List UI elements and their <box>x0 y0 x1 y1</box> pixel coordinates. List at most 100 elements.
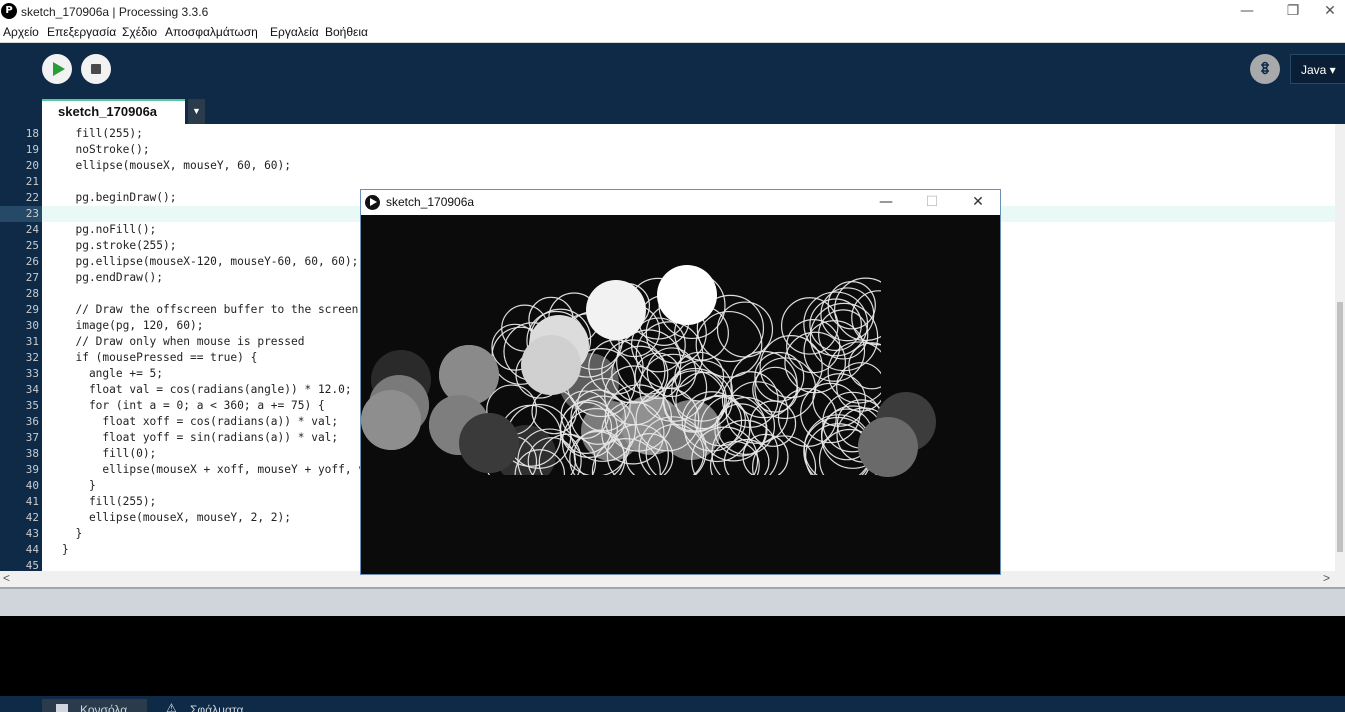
line-number: 34 <box>25 383 39 396</box>
tab-sketch[interactable]: sketch_170906a <box>42 99 185 124</box>
debugger-icon[interactable]: ꗊ <box>1250 54 1280 84</box>
sketch-circle <box>858 417 918 477</box>
code-line[interactable]: angle += 5; <box>62 366 163 382</box>
line-number: 23 <box>25 207 39 220</box>
code-line[interactable]: image(pg, 120, 60); <box>62 318 203 334</box>
sketch-minimize-button[interactable]: — <box>863 190 909 215</box>
minimize-button[interactable]: — <box>1224 0 1270 24</box>
sketch-circle <box>361 390 421 450</box>
line-number: 39 <box>25 463 39 476</box>
code-line[interactable]: for (int a = 0; a < 360; a += 75) { <box>62 398 325 414</box>
line-number: 21 <box>25 175 39 188</box>
sketch-maximize-button[interactable]: ☐ <box>909 190 955 215</box>
code-line[interactable]: // Draw the offscreen buffer to the scre… <box>62 302 358 318</box>
code-line[interactable]: ellipse(mouseX + xoff, mouseY + yoff, v <box>62 462 365 478</box>
code-line[interactable]: // Draw only when mouse is pressed <box>62 334 304 350</box>
code-line[interactable]: pg.noFill(); <box>62 222 156 238</box>
mode-selector[interactable]: Java ▾ <box>1290 54 1345 84</box>
line-number: 22 <box>25 191 39 204</box>
code-line[interactable]: float val = cos(radians(angle)) * 12.0; <box>62 382 352 398</box>
line-number: 45 <box>25 559 39 571</box>
sketch-circle <box>439 345 499 405</box>
menu-tools[interactable]: Εργαλεία <box>270 25 319 39</box>
code-line[interactable]: pg.stroke(255); <box>62 238 176 254</box>
line-number: 18 <box>25 127 39 140</box>
code-line[interactable]: fill(255); <box>62 126 142 142</box>
menu-edit[interactable]: Επεξεργασία <box>47 25 116 39</box>
line-number-gutter: 18 19 20 21 22 23 24 25 26 27 28 29 30 31 32 33 34 35 36 37… <box>0 124 42 571</box>
sketch-canvas[interactable] <box>361 215 1000 574</box>
stop-icon <box>91 64 101 74</box>
code-line[interactable]: fill(0); <box>62 446 156 462</box>
code-line[interactable]: } <box>62 478 96 494</box>
menu-debug[interactable]: Αποσφαλμάτωση <box>165 25 258 39</box>
menu-sketch[interactable]: Σχέδιο <box>122 25 157 39</box>
sketch-app-icon <box>365 195 380 210</box>
errors-label: Σφάλματα <box>190 703 244 712</box>
warning-icon: ⚠ <box>166 701 177 712</box>
code-line[interactable]: if (mousePressed == true) { <box>62 350 257 366</box>
processing-logo-icon: P <box>1 3 17 19</box>
code-line[interactable]: float xoff = cos(radians(a)) * val; <box>62 414 338 430</box>
line-number: 24 <box>25 223 39 236</box>
restore-button[interactable]: ❐ <box>1270 0 1316 24</box>
line-number: 19 <box>25 143 39 156</box>
sketch-circle <box>521 335 581 395</box>
scrollbar-thumb[interactable] <box>1337 302 1343 552</box>
line-number: 37 <box>25 431 39 444</box>
code-line[interactable]: pg.endDraw(); <box>62 270 163 286</box>
line-number: 40 <box>25 479 39 492</box>
code-line[interactable]: fill(255); <box>62 494 156 510</box>
code-line[interactable]: ellipse(mouseX, mouseY, 60, 60); <box>62 158 291 174</box>
line-number: 38 <box>25 447 39 460</box>
run-button[interactable] <box>42 54 72 84</box>
sketch-close-button[interactable]: ✕ <box>955 190 1001 215</box>
play-icon <box>53 62 65 76</box>
menu-bar: Αρχείο Επεξεργασία Σχέδιο Αποσφαλμάτωση … <box>0 24 1345 43</box>
code-line[interactable]: ellipse(mouseX, mouseY, 2, 2); <box>62 510 291 526</box>
line-number: 27 <box>25 271 39 284</box>
console-label: Κονσόλα <box>80 703 128 712</box>
toolbar: ꗊ Java ▾ <box>0 43 1345 99</box>
sketch-circle <box>586 280 646 340</box>
code-line[interactable]: float yoff = sin(radians(a)) * val; <box>62 430 338 446</box>
scroll-right-icon[interactable]: > <box>1323 571 1330 585</box>
tab-menu-dropdown[interactable]: ▼ <box>188 99 205 124</box>
tab-errors[interactable]: ⚠ Σφάλματα <box>150 699 260 712</box>
line-number: 29 <box>25 303 39 316</box>
code-line[interactable]: noStroke(); <box>62 142 149 158</box>
line-number: 31 <box>25 335 39 348</box>
line-number: 28 <box>25 287 39 300</box>
line-number: 44 <box>25 543 39 556</box>
line-number: 43 <box>25 527 39 540</box>
line-number: 35 <box>25 399 39 412</box>
line-number: 42 <box>25 511 39 524</box>
window-title: sketch_170906a | Processing 3.3.6 <box>21 5 209 19</box>
console-area <box>0 616 1345 696</box>
tab-console[interactable]: Κονσόλα <box>42 699 147 712</box>
scroll-left-icon[interactable]: < <box>3 571 10 585</box>
status-bar <box>0 587 1345 616</box>
line-number: 32 <box>25 351 39 364</box>
code-line[interactable]: pg.ellipse(mouseX-120, mouseY-60, 60, 60… <box>62 254 358 270</box>
line-number: 20 <box>25 159 39 172</box>
menu-file[interactable]: Αρχείο <box>3 25 39 39</box>
vertical-scrollbar[interactable] <box>1335 124 1345 571</box>
menu-help[interactable]: Βοήθεια <box>325 25 368 39</box>
line-number: 36 <box>25 415 39 428</box>
code-line[interactable]: pg.beginDraw(); <box>62 190 176 206</box>
sketch-output-window[interactable]: sketch_170906a — ☐ ✕ <box>360 189 1001 575</box>
line-number: 26 <box>25 255 39 268</box>
console-icon <box>56 704 68 712</box>
close-button[interactable]: ✕ <box>1315 0 1345 24</box>
footer-tabs: Κονσόλα ⚠ Σφάλματα <box>0 696 1345 712</box>
code-line[interactable]: } <box>62 526 82 542</box>
sketch-circle <box>657 265 717 325</box>
code-line[interactable]: } <box>62 542 69 558</box>
sketch-window-title: sketch_170906a <box>386 195 475 209</box>
sketch-title-bar: sketch_170906a — ☐ ✕ <box>361 190 1000 215</box>
window-title-bar: P sketch_170906a | Processing 3.3.6 — ❐ … <box>0 0 1345 24</box>
line-number: 25 <box>25 239 39 252</box>
stop-button[interactable] <box>81 54 111 84</box>
line-number: 30 <box>25 319 39 332</box>
